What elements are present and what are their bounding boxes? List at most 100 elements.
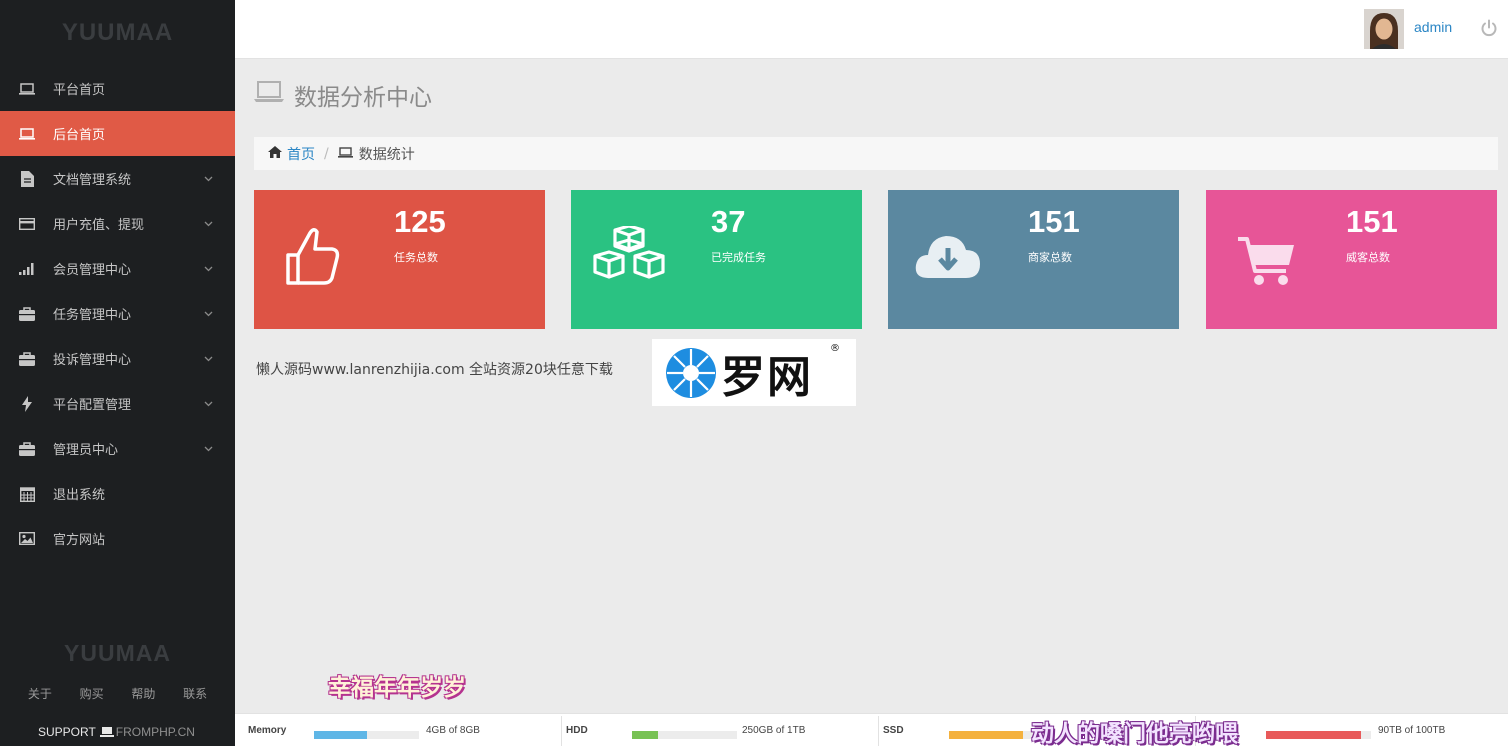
sidebar-nav: 平台首页后台首页文档管理系统 用户充值、提现 会员管理中心 任务管理中心 投诉管理中心平… [0,66,235,561]
sidebar-logo[interactable]: YUUMAA [0,0,235,66]
sidebar-item[interactable]: 官方网站 [0,516,235,561]
chevron-down-icon [204,441,213,456]
stat-value: 125 [394,204,446,239]
status-bar: Memory 4GB of 8GB HDD 250GB of 1TB SSD 9… [235,713,1508,746]
sidebar-footer-logo: YUUMAA [64,640,171,666]
sidebar-item[interactable]: 用户充值、提现 [0,201,235,246]
briefcase-icon [18,440,36,458]
calendar-icon [18,485,36,503]
sidebar-item[interactable]: 平台首页 [0,66,235,111]
divider [878,716,879,746]
file-icon [18,170,36,188]
divider [561,716,562,746]
memory-stat: Memory 4GB of 8GB [248,714,558,746]
watermark-logo: 罗网 ® [652,339,856,406]
sidebar-item-label: 任务管理中心 [53,308,132,323]
sidebar-item[interactable]: 管理员中心 [0,426,235,471]
stat-value: 250GB of 1TB [742,725,806,736]
stat-value: 151 [1346,204,1398,239]
stat-card-merchants[interactable]: 151 商家总数 [888,190,1179,329]
username-link[interactable]: admin [1414,19,1452,35]
watermark-logo-text: 罗网 [721,351,813,403]
promo-text[interactable]: 懒人源码www.lanrenzhijia.com 全站资源20块任意下载 [256,359,613,379]
stat-label: 已完成任务 [711,251,766,264]
footer-link-buy[interactable]: 购买 [80,685,104,702]
footer-link-contact[interactable]: 联系 [183,685,207,702]
cart-icon [1238,235,1296,291]
stat-card-completed[interactable]: 37 已完成任务 [571,190,862,329]
sidebar-item[interactable]: 平台配置管理 [0,381,235,426]
sidebar-item[interactable]: 退出系统 [0,471,235,516]
stat-label: 威客总数 [1346,251,1390,264]
sidebar: YUUMAA 平台首页后台首页文档管理系统 用户充值、提现 会员管理中心 任务管理中心… [0,0,235,746]
signal-icon [18,260,36,278]
sidebar-item-label: 文档管理系统 [53,173,132,188]
logo-emblem-icon [666,347,716,398]
stat-card-freelancers[interactable]: 151 威客总数 [1206,190,1497,329]
stat-value: 37 [711,204,746,239]
watermark-reg: ® [830,343,840,354]
sidebar-item-label: 用户充值、提现 [53,218,145,233]
sidebar-item-label: 退出系统 [53,488,106,503]
home-icon [268,145,282,162]
stat-value: 151 [1028,204,1080,239]
sidebar-item-label: 管理员中心 [53,443,119,458]
sidebar-item-label: 会员管理中心 [53,263,132,278]
page-title-text: 数据分析中心 [294,85,432,111]
card-icon [18,215,36,233]
breadcrumb: 首页 / 数据统计 [254,137,1498,170]
sidebar-footer-links: 关于 购买 帮助 联系 [0,685,235,702]
chevron-down-icon [204,216,213,231]
laptop-icon [18,125,36,143]
cloud-download-icon [914,232,982,284]
briefcase-icon [18,350,36,368]
power-icon[interactable] [1480,19,1498,41]
stat-value: 4GB of 8GB [426,725,480,736]
breadcrumb-current: 数据统计 [358,146,415,163]
chevron-down-icon [204,351,213,366]
chevron-down-icon [204,396,213,411]
laptop-icon [18,80,36,98]
sidebar-item[interactable]: 文档管理系统 [0,156,235,201]
hdd-stat: HDD 250GB of 1TB [566,714,876,746]
stat-name: HDD [566,725,588,736]
chevron-down-icon [204,306,213,321]
chevron-down-icon [204,261,213,276]
image-icon [18,530,36,548]
sidebar-item-label: 平台首页 [53,83,106,98]
laptop-icon [99,727,114,737]
laptop-icon [337,146,353,162]
footer-link-about[interactable]: 关于 [28,685,52,702]
stat-card-tasks[interactable]: 125 任务总数 [254,190,545,329]
support-link[interactable]: SUPPORT FROMPHP.CN [38,725,195,739]
support-domain: FROMPHP.CN [115,725,195,739]
bolt-icon [18,395,36,413]
stat-value: 90TB of 100TB [1378,725,1446,736]
stat-name: Memory [248,725,287,736]
hdd-progress [632,731,737,739]
sidebar-item[interactable]: 任务管理中心 [0,291,235,336]
thumbs-up-icon [284,225,342,291]
sidebar-item-label: 官方网站 [53,533,106,548]
stat-name: SSD [883,725,904,736]
sidebar-item-label: 平台配置管理 [53,398,132,413]
storage-progress [1266,731,1371,739]
stat-label: 任务总数 [394,251,438,264]
briefcase-icon [18,305,36,323]
support-label: SUPPORT [38,725,96,739]
memory-progress [314,731,419,739]
video-subtitle: 幸福年年岁岁 [328,675,466,701]
sidebar-item[interactable]: 投诉管理中心 [0,336,235,381]
stat-label: 商家总数 [1028,251,1072,264]
laptop-icon [254,81,284,109]
breadcrumb-separator: / [324,145,329,162]
chevron-down-icon [204,171,213,186]
sidebar-item[interactable]: 后台首页 [0,111,235,156]
avatar[interactable] [1364,9,1404,49]
sidebar-item[interactable]: 会员管理中心 [0,246,235,291]
breadcrumb-home[interactable]: 首页 [287,144,315,164]
footer-link-help[interactable]: 帮助 [131,685,155,702]
storage-stat: 90TB of 100TB [1200,714,1505,746]
cubes-icon [591,224,667,292]
sidebar-item-label: 投诉管理中心 [53,353,132,368]
